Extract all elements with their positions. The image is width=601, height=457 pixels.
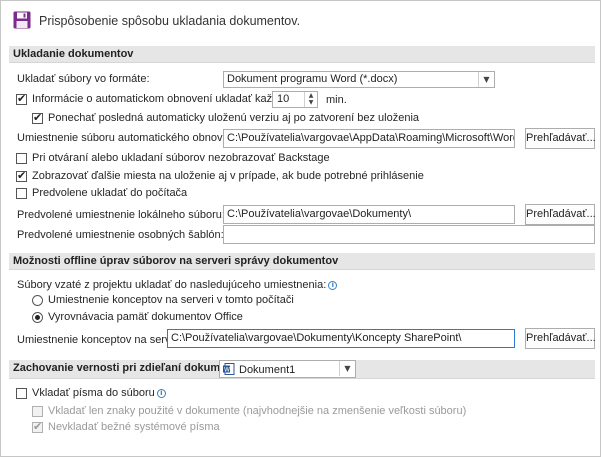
radio-cache-label: Vyrovnávacia pamäť dokumentov Office [48,311,243,323]
backstage-label: Pri otváraní alebo ukladaní súborov nezo… [32,152,330,164]
browse-drafts-button[interactable]: Prehľadávať... [525,328,596,349]
autorecover-label: Informácie o automatickom obnovení uklad… [32,93,296,105]
autorecover-unit: min. [326,94,347,106]
show-more-label: Zobrazovať ďalšie miesta na uloženie aj … [32,170,424,182]
default-local-label: Predvolené umiestnenie lokálneho súboru: [17,209,225,221]
drafts-location-label: Umiestnenie konceptov na serveri: [17,334,186,346]
format-label: Ukladať súbory vo formáte: [17,73,150,85]
radio-selected-dot [35,315,40,320]
options-panel: Prispôsobenie spôsobu ukladania dokument… [0,0,601,457]
no-common-fonts-checkbox[interactable]: ✔ [32,420,43,433]
keep-last-checkbox[interactable]: ✔ [32,111,43,124]
embed-used-chars-label: Vkladať len znaky použité v dokumente (n… [48,405,467,417]
default-computer-label: Predvolene ukladať do počítača [32,187,188,199]
embed-fonts-checkbox[interactable] [16,388,27,399]
fidelity-document-dropdown[interactable]: W Dokument1 ▼ [219,360,356,378]
autorecover-location-field[interactable]: C:\Používatelia\vargovae\AppData\Roaming… [223,129,515,148]
check-icon: ✔ [33,111,43,124]
chevron-down-icon: ▼ [339,361,355,376]
embed-fonts-label: Vkladať písma do súboru i [32,387,166,399]
radio-server-label: Umiestnenie konceptov na serveri v tomto… [48,294,294,306]
templates-label: Predvolené umiestnenie osobných šablón: [17,229,224,241]
spinner-arrows[interactable]: ▲ ▼ [304,92,317,107]
default-local-field[interactable]: C:\Používatelia\vargovae\Dokumenty\ [223,205,515,224]
section-header-save: Ukladanie dokumentov [9,46,595,63]
check-icon: ✔ [17,92,27,105]
embed-fonts-text: Vkladať písma do súboru [32,387,155,399]
section-header-offline: Možnosti offline úprav súborov na server… [9,253,595,270]
drafts-location-field[interactable]: C:\Používatelia\vargovae\Dokumenty\Konce… [167,329,515,348]
keep-last-label: Ponechať posledná automaticky uloženú ve… [48,112,420,124]
browse-local-button[interactable]: Prehľadávať... [525,204,596,225]
check-icon: ✔ [17,169,27,182]
spin-up-icon[interactable]: ▲ [305,92,317,99]
info-icon: i [156,389,166,398]
embed-used-chars-checkbox[interactable] [32,406,43,417]
autorecover-minutes-spinner[interactable]: 10 ▲ ▼ [272,91,318,108]
spin-down-icon[interactable]: ▼ [305,99,317,106]
radio-office-cache[interactable] [32,312,43,323]
save-icon [13,11,31,29]
autorecover-location-label: Umiestnenie súboru automatického obnoven… [17,132,247,144]
format-dropdown[interactable]: Dokument programu Word (*.docx) ▼ [223,71,495,88]
info-icon: i [328,281,338,290]
radio-server-drafts[interactable] [32,295,43,306]
backstage-checkbox[interactable] [16,153,27,164]
autorecover-checkbox[interactable]: ✔ [16,92,27,105]
check-icon: ✔ [33,420,43,433]
checked-out-text: Súbory vzaté z projektu ukladať do nasle… [17,279,327,291]
fidelity-document-value: Dokument1 [239,364,296,376]
fidelity-title: Zachovanie vernosti pri zdieľaní dokumen… [13,362,248,374]
browse-autorecover-button[interactable]: Prehľadávať... [525,128,596,149]
word-document-icon: W [223,363,235,375]
autorecover-minutes-value: 10 [277,93,290,105]
no-common-fonts-label: Nevkladať bežné systémové písma [48,421,220,433]
default-computer-checkbox[interactable] [16,188,27,199]
svg-text:W: W [224,367,230,374]
chevron-down-icon: ▼ [478,72,494,87]
show-more-checkbox[interactable]: ✔ [16,169,27,182]
checked-out-label: Súbory vzaté z projektu ukladať do nasle… [17,279,338,291]
page-title: Prispôsobenie spôsobu ukladania dokument… [39,14,301,28]
templates-field[interactable] [223,225,595,244]
format-value: Dokument programu Word (*.docx) [227,73,398,85]
